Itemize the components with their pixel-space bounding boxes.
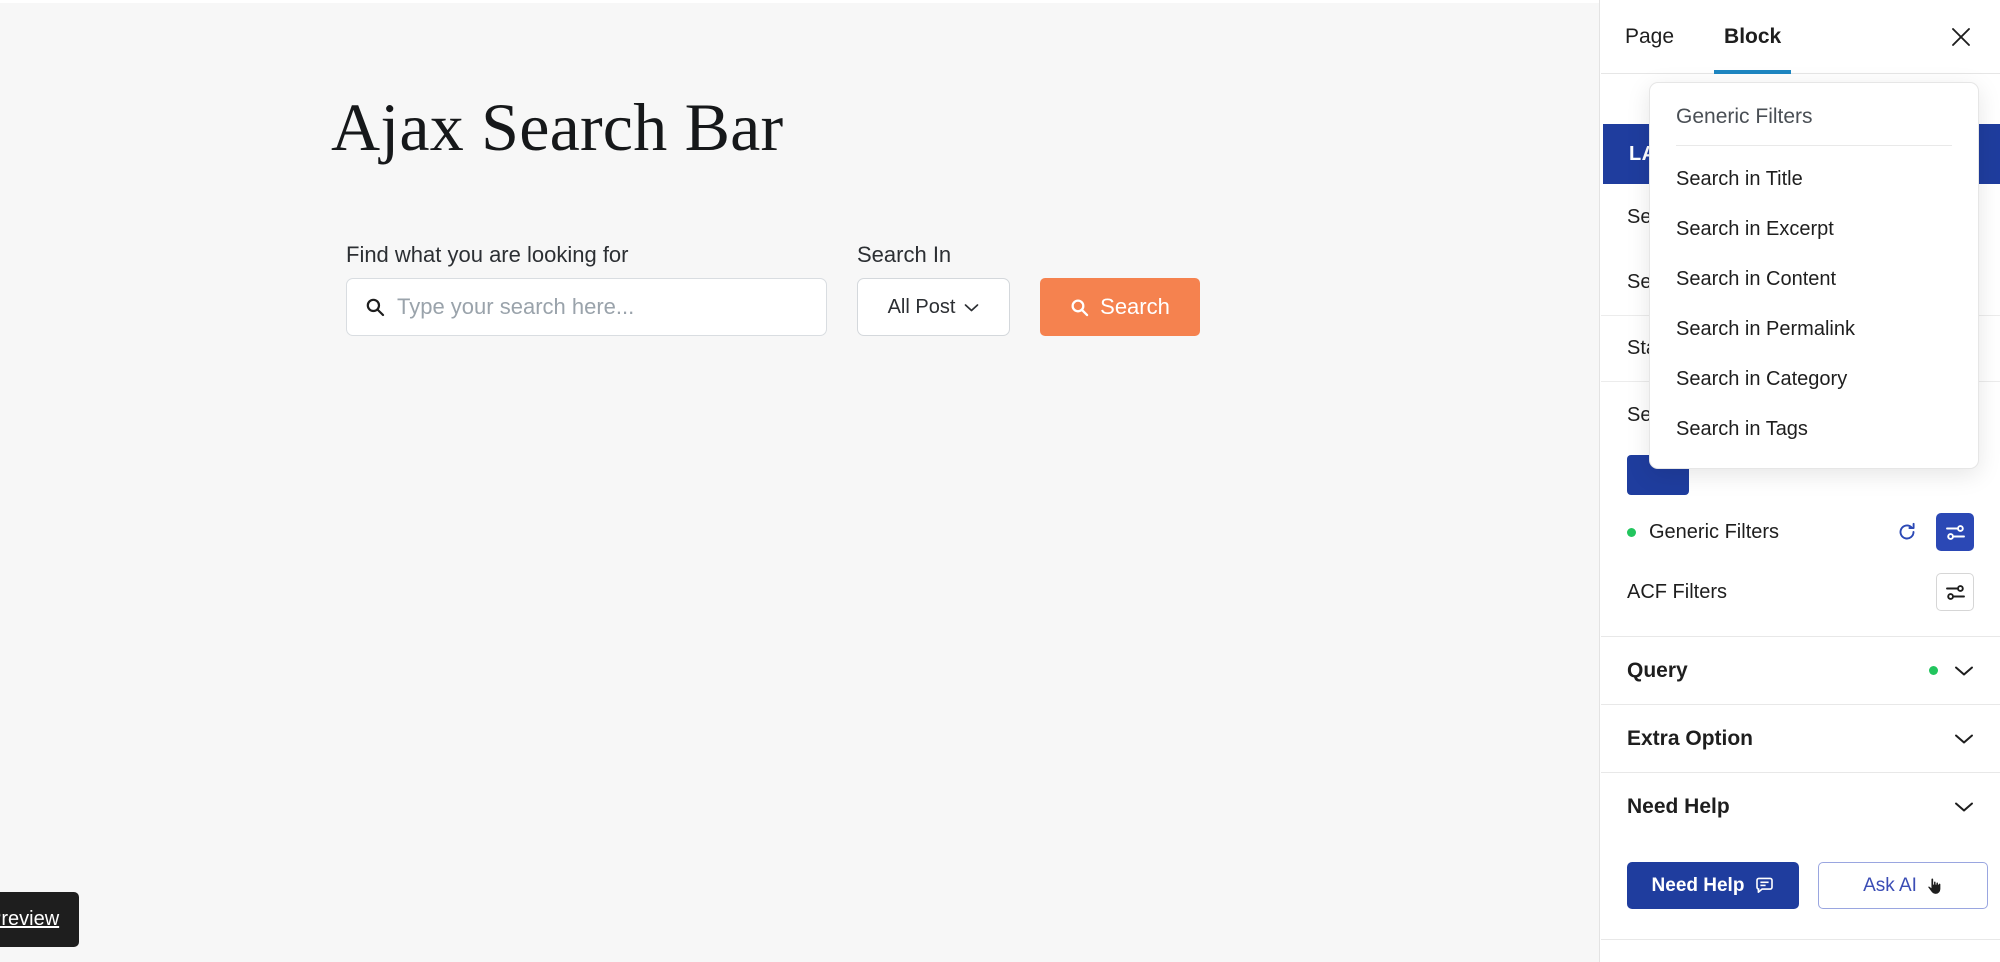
filter-row-acf-filters[interactable]: ACF Filters	[1601, 562, 2000, 622]
section-query[interactable]: Query	[1601, 636, 2000, 704]
preview-button[interactable]: Preview	[0, 892, 80, 947]
popover-option-label: Search in Content	[1676, 267, 1837, 290]
section-label: Need Help	[1627, 794, 1730, 818]
tab-block[interactable]: Block	[1714, 0, 1792, 74]
chat-bubble-icon	[1756, 877, 1774, 893]
reset-icon	[1899, 522, 1915, 540]
open-acf-filters-button[interactable]	[1936, 573, 1974, 611]
toggle-knob	[1955, 332, 1976, 353]
tab-block-label: Block	[1724, 24, 1782, 48]
chevron-down-icon	[1955, 802, 1973, 811]
chevron-down-icon	[1955, 666, 1973, 675]
section-label: Extra Option	[1627, 726, 1754, 750]
popover-option-label: Search in Category	[1676, 367, 1848, 390]
ask-ai-button[interactable]: Ask AI	[1818, 862, 1988, 909]
toggle-knob	[1928, 282, 1949, 303]
popover-option-search-in-tags[interactable]: Search in Tags	[1650, 404, 1978, 454]
popover-title: Generic Filters	[1676, 105, 1813, 128]
section-advanced[interactable]: Advanced	[1601, 939, 2000, 962]
sliders-icon	[1945, 584, 1965, 600]
chevron-down-icon	[965, 303, 979, 312]
popover-option-label: Search in Title	[1676, 167, 1803, 190]
search-icon	[366, 298, 385, 317]
search-button[interactable]: Search	[1040, 278, 1200, 337]
search-in-select[interactable]: All Post	[857, 278, 1010, 337]
app-root: Ajax Search Bar Find what you are lookin…	[0, 0, 2000, 962]
popover-option-search-in-title[interactable]: Search in Title	[1650, 154, 1978, 204]
toggle-knob	[1928, 232, 1949, 253]
need-help-button[interactable]: Need Help	[1627, 862, 1799, 909]
toggle-knob	[1955, 432, 1976, 453]
search-input-wrapper[interactable]	[346, 278, 827, 337]
filter-row-generic-filters[interactable]: Generic Filters	[1601, 502, 2000, 562]
section-need-help[interactable]: Need Help	[1601, 772, 2000, 840]
ask-ai-label: Ask AI	[1863, 874, 1917, 896]
editor-canvas: Ajax Search Bar Find what you are lookin…	[0, 0, 1600, 962]
search-field-group: Find what you are looking for	[346, 242, 827, 337]
hand-cursor-icon	[1927, 877, 1942, 895]
canvas-top-rule	[0, 0, 1599, 3]
tab-page-label: Page	[1625, 24, 1675, 48]
filter-row-label: Generic Filters	[1649, 520, 1780, 543]
toggle-knob	[1955, 382, 1976, 403]
popover-option-search-in-category[interactable]: Search in Category	[1650, 354, 1978, 404]
popover-option-label: Search in Tags	[1676, 417, 1808, 440]
section-label: Query	[1627, 658, 1688, 682]
sidebar-tabs: Page Block	[1601, 0, 2000, 74]
reset-generic-filters-button[interactable]	[1892, 517, 1922, 547]
generic-filters-popover: Generic Filters Search in Title Search i…	[1649, 82, 1979, 469]
search-field-label: Find what you are looking for	[346, 242, 629, 267]
search-button-label: Search	[1100, 294, 1170, 320]
close-sidebar-button[interactable]	[1944, 20, 1978, 54]
open-generic-filters-button[interactable]	[1936, 513, 1974, 551]
popover-option-search-in-permalink[interactable]: Search in Permalink	[1650, 304, 1978, 354]
tab-page[interactable]: Page	[1625, 0, 1674, 74]
popover-option-search-in-excerpt[interactable]: Search in Excerpt	[1650, 204, 1978, 254]
need-help-label: Need Help	[1651, 874, 1745, 896]
search-icon	[1071, 299, 1089, 316]
popover-option-label: Search in Excerpt	[1676, 217, 1834, 240]
popover-option-search-in-content[interactable]: Search in Content	[1650, 254, 1978, 304]
status-dot	[1929, 666, 1938, 675]
search-in-value: All Post	[887, 295, 956, 318]
filter-row-label: ACF Filters	[1627, 580, 1727, 603]
close-icon	[1952, 28, 1970, 46]
section-extra-option[interactable]: Extra Option	[1601, 704, 2000, 772]
toggle-knob	[1928, 182, 1949, 203]
preview-label: Preview	[0, 908, 60, 930]
search-in-label: Search In	[857, 242, 952, 267]
search-in-group: Search In All Post	[857, 242, 1010, 337]
popover-divider	[1676, 145, 1952, 146]
block-settings-sidebar: Page Block LAYOUT Search Bar Layout Sear…	[1601, 0, 2000, 962]
page-title: Ajax Search Bar	[331, 89, 784, 165]
status-dot	[1627, 527, 1636, 537]
search-input[interactable]	[397, 294, 808, 321]
chevron-down-icon	[1955, 734, 1973, 743]
sliders-icon	[1945, 524, 1965, 540]
help-action-buttons: Need Help Ask AI	[1601, 840, 2000, 939]
popover-option-label: Search in Permalink	[1676, 317, 1855, 340]
ajax-search-bar-block: Find what you are looking for Search In …	[346, 242, 1200, 337]
